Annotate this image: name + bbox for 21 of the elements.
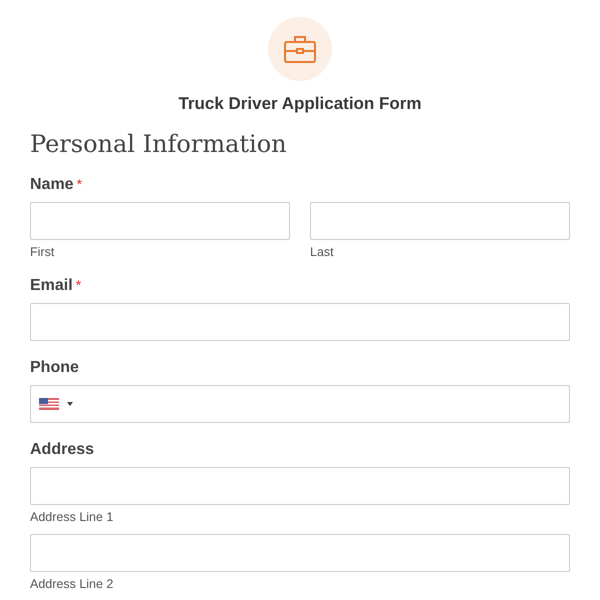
- form-title: Truck Driver Application Form: [178, 94, 422, 114]
- sublabel: Address Line 1: [30, 510, 114, 524]
- briefcase-icon: [283, 34, 317, 64]
- phone-field[interactable]: [30, 385, 570, 423]
- flag-icon: [39, 398, 59, 410]
- sublabel: Last: [310, 245, 335, 259]
- caret-icon[interactable]: [67, 402, 73, 406]
- input-field[interactable]: [30, 467, 570, 505]
- input-field[interactable]: [310, 202, 570, 240]
- sublabel: Address Line 2: [30, 577, 114, 591]
- field-label: Phone: [30, 359, 79, 377]
- required-mark: *: [76, 277, 82, 293]
- field-label: Address: [30, 441, 94, 459]
- input-field[interactable]: [30, 534, 570, 572]
- field-label: Email: [30, 277, 73, 295]
- input-field[interactable]: [30, 303, 570, 341]
- required-mark: *: [76, 176, 82, 192]
- section-heading: Personal Information: [30, 130, 288, 158]
- input-field[interactable]: [30, 202, 290, 240]
- sublabel: First: [30, 245, 56, 259]
- field-label: Name: [30, 176, 74, 194]
